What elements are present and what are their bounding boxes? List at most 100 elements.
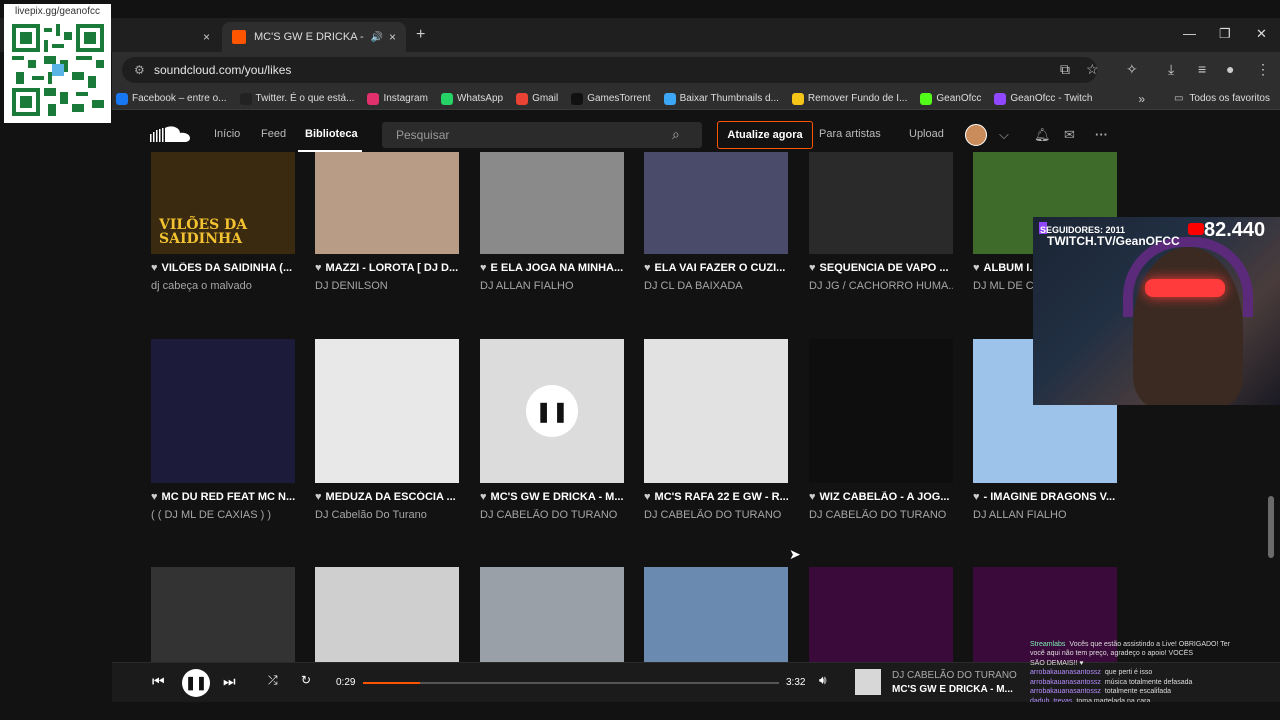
- bell-icon[interactable]: 🔔︎: [1034, 127, 1051, 143]
- track-artist[interactable]: DJ CABELÃO DO TURANO: [480, 509, 624, 521]
- track-cover[interactable]: [809, 567, 953, 664]
- upgrade-button[interactable]: Atualize agora: [717, 121, 813, 149]
- repeat-icon[interactable]: ↻: [301, 673, 311, 687]
- track-cover[interactable]: [644, 567, 788, 664]
- track-card[interactable]: [809, 567, 953, 664]
- upload-link[interactable]: Upload: [909, 128, 944, 140]
- nav-inicio[interactable]: Início: [214, 128, 240, 140]
- track-artist[interactable]: DJ CABELÃO DO TURANO: [809, 509, 953, 521]
- track-cover[interactable]: [151, 567, 295, 664]
- tab-close-icon[interactable]: ×: [203, 30, 210, 44]
- track-cover[interactable]: [315, 152, 459, 254]
- chevron-down-icon[interactable]: ⌵: [999, 127, 1009, 143]
- bookmark-item[interactable]: GamesTorrent: [571, 92, 651, 105]
- now-playing-title[interactable]: MC'S GW E DRICKA - M...: [892, 684, 1013, 695]
- pause-button[interactable]: ❚❚: [182, 669, 210, 697]
- track-artist[interactable]: DJ CABELÃO DO TURANO: [644, 509, 788, 521]
- track-card[interactable]: [151, 567, 295, 664]
- extensions-icon[interactable]: ✧: [1126, 61, 1138, 78]
- track-title[interactable]: ♥ MAZZI - LOROTA [ DJ D...: [315, 262, 459, 274]
- all-bookmarks[interactable]: ▭ Todos os favoritos: [1174, 93, 1270, 104]
- shuffle-icon[interactable]: ⤮: [268, 673, 278, 688]
- track-artist[interactable]: DJ JG / CACHORRO HUMA...: [809, 280, 953, 292]
- bookmark-item[interactable]: GeanOfcc: [920, 92, 981, 105]
- heart-icon[interactable]: ♥: [973, 491, 980, 503]
- track-card[interactable]: [315, 567, 459, 664]
- search-icon[interactable]: ⌕: [672, 126, 680, 143]
- now-playing-cover[interactable]: [855, 669, 881, 695]
- heart-icon[interactable]: ♥: [151, 491, 158, 503]
- track-title[interactable]: ♥ MC'S GW E DRICKA - M...: [480, 491, 624, 503]
- track-title[interactable]: ♥ E ELA JOGA NA MINHA...: [480, 262, 624, 274]
- site-info-icon[interactable]: ⚙: [134, 63, 145, 77]
- track-artist[interactable]: dj cabeça o malvado: [151, 280, 295, 292]
- more-icon[interactable]: ···: [1095, 127, 1108, 142]
- pause-overlay-icon[interactable]: ❚❚: [526, 385, 578, 437]
- track-card[interactable]: ♥ SEQUENCIA DE VAPO ... DJ JG / CACHORRO H…: [809, 152, 953, 292]
- url-field[interactable]: ⚙ soundcloud.com/you/likes: [122, 57, 1097, 83]
- track-card[interactable]: ❚❚ ♥ MC'S GW E DRICKA - M... DJ CABELÃO DO …: [480, 339, 624, 521]
- heart-icon[interactable]: ♥: [809, 262, 816, 274]
- for-artists-link[interactable]: Para artistas: [819, 128, 881, 140]
- track-title[interactable]: ♥ MC DU RED FEAT MC N...: [151, 491, 295, 503]
- track-card[interactable]: ♥ E ELA JOGA NA MINHA... DJ ALLAN FIALHO: [480, 152, 624, 292]
- heart-icon[interactable]: ♥: [315, 262, 322, 274]
- track-artist[interactable]: DJ ALLAN FIALHO: [480, 280, 624, 292]
- bookmark-item[interactable]: Instagram: [367, 92, 428, 105]
- window-close-icon[interactable]: ✕: [1256, 26, 1267, 42]
- install-app-icon[interactable]: ⧉: [1060, 61, 1070, 78]
- download-icon[interactable]: ⤓: [1168, 61, 1174, 78]
- previous-icon[interactable]: ⏮: [152, 673, 165, 690]
- track-title[interactable]: ♥ VILÕES DA SAIDINHA (...: [151, 262, 295, 274]
- track-card[interactable]: ♥ ELA VAI FAZER O CUZI... DJ CL DA BAIXADA: [644, 152, 788, 292]
- track-card[interactable]: ♥ MC DU RED FEAT MC N... ( ( DJ ML DE CAXI…: [151, 339, 295, 521]
- bookmark-star-icon[interactable]: ☆: [1086, 61, 1099, 78]
- tab-inactive[interactable]: ×: [112, 22, 220, 52]
- bookmark-item[interactable]: Gmail: [516, 92, 558, 105]
- heart-icon[interactable]: ♥: [151, 262, 158, 274]
- tab-close-icon[interactable]: ×: [389, 30, 396, 44]
- bookmark-item[interactable]: Remover Fundo de I...: [791, 92, 907, 105]
- bookmark-item[interactable]: Twitter. É o que está...: [239, 92, 354, 105]
- heart-icon[interactable]: ♥: [644, 262, 651, 274]
- track-artist[interactable]: DJ DENILSON: [315, 280, 459, 292]
- track-title[interactable]: ♥ SEQUENCIA DE VAPO ...: [809, 262, 953, 274]
- track-cover[interactable]: ❚❚: [480, 339, 624, 483]
- bookmarks-more-icon[interactable]: »: [1138, 92, 1145, 106]
- nav-biblioteca[interactable]: Biblioteca: [305, 128, 358, 140]
- menu-kebab-icon[interactable]: ⋮: [1256, 61, 1270, 78]
- avatar[interactable]: [965, 124, 987, 146]
- soundcloud-logo-icon[interactable]: [150, 125, 190, 143]
- track-title[interactable]: ♥ MC'S RAFA 22 E GW - R...: [644, 491, 788, 503]
- heart-icon[interactable]: ♥: [480, 262, 487, 274]
- track-cover[interactable]: VILÕES DA SAIDINHA: [151, 152, 295, 254]
- track-artist[interactable]: ( ( DJ ML DE CAXIAS ) ): [151, 509, 295, 521]
- heart-icon[interactable]: ♥: [315, 491, 322, 503]
- track-card[interactable]: ♥ MC'S RAFA 22 E GW - R... DJ CABELÃO DO T…: [644, 339, 788, 521]
- track-cover[interactable]: [315, 339, 459, 483]
- track-artist[interactable]: DJ CL DA BAIXADA: [644, 280, 788, 292]
- track-card[interactable]: ♥ MAZZI - LOROTA [ DJ D... DJ DENILSON: [315, 152, 459, 292]
- track-card[interactable]: VILÕES DA SAIDINHA ♥ VILÕES DA SAIDINHA (.…: [151, 152, 295, 292]
- track-cover[interactable]: [809, 152, 953, 254]
- track-title[interactable]: ♥ MEDUZA DA ESCÓCIA ...: [315, 491, 459, 503]
- minimize-icon[interactable]: —: [1183, 26, 1196, 41]
- bookmark-item[interactable]: GeanOfcc - Twitch: [994, 92, 1092, 105]
- bookmark-item[interactable]: Facebook – entre o...: [116, 92, 227, 105]
- maximize-icon[interactable]: ❐: [1219, 26, 1231, 42]
- mail-icon[interactable]: ✉: [1064, 127, 1075, 143]
- media-control-icon[interactable]: ≡: [1198, 61, 1206, 77]
- track-title[interactable]: ♥ - IMAGINE DRAGONS V...: [973, 491, 1117, 503]
- search-input[interactable]: Pesquisar: [382, 122, 702, 148]
- track-title[interactable]: ♥ WIZ CABELÃO - A JOG...: [809, 491, 953, 503]
- next-icon[interactable]: ⏭: [223, 673, 236, 690]
- speaker-icon[interactable]: 🔊: [371, 32, 383, 43]
- nav-feed[interactable]: Feed: [261, 128, 286, 140]
- track-card[interactable]: [480, 567, 624, 664]
- track-cover[interactable]: [151, 339, 295, 483]
- new-tab-button[interactable]: +: [416, 26, 425, 44]
- volume-icon[interactable]: 🔊︎: [819, 673, 827, 688]
- track-cover[interactable]: [809, 339, 953, 483]
- track-card[interactable]: ♥ MEDUZA DA ESCÓCIA ... DJ Cabelão Do Tura…: [315, 339, 459, 521]
- tab-active[interactable]: MC'S GW E DRICKA - MOVI 🔊 ×: [222, 22, 406, 52]
